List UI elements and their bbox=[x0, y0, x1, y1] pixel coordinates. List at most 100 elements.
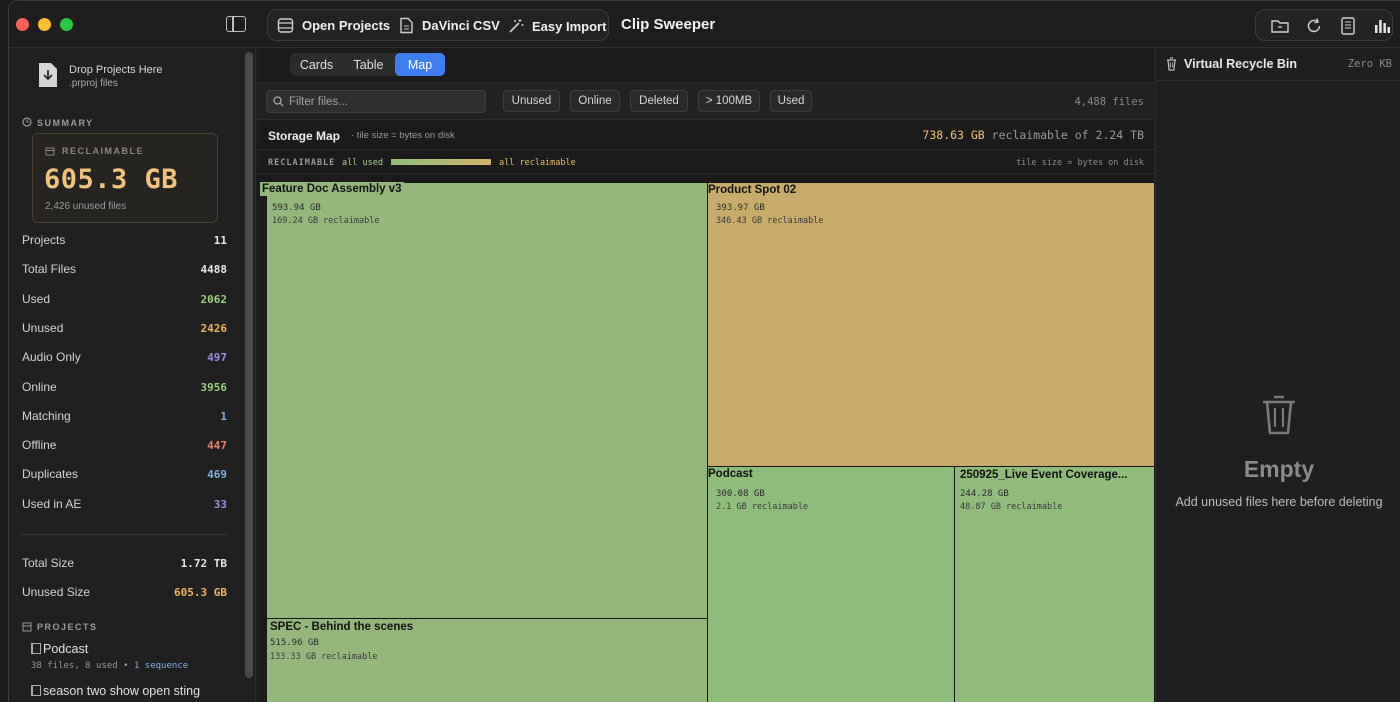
stat-label: Used in AE bbox=[22, 496, 82, 511]
reclaimable-label: RECLAIMABLE bbox=[62, 146, 144, 156]
filter-input[interactable] bbox=[289, 94, 479, 109]
stat-row: Matching 1 bbox=[22, 409, 227, 429]
stat-row: Duplicates 469 bbox=[22, 467, 227, 487]
legend-gradient bbox=[391, 159, 491, 165]
stat-total-size: Total Size 1.72 TB bbox=[22, 556, 227, 576]
filter-bar: Unused Online Deleted > 100MB Used 4,488… bbox=[257, 82, 1154, 120]
legend-max-label: all reclaimable bbox=[499, 158, 576, 168]
davinci-csv-button[interactable]: DaVinci CSV bbox=[399, 10, 500, 40]
stat-value: 1.72 TB bbox=[180, 557, 227, 570]
tile-reclaim: 169.24 GB reclaimable bbox=[272, 216, 380, 226]
treemap-tile[interactable]: SPEC - Behind the scenes 515.96 GB 133.3… bbox=[266, 618, 708, 702]
davinci-csv-label: DaVinci CSV bbox=[422, 17, 500, 33]
map-header: Storage Map · tile size = bytes on disk … bbox=[257, 120, 1154, 150]
tile-name: Feature Doc Assembly v3 bbox=[260, 182, 404, 196]
tile-reclaim: 133.33 GB reclaimable bbox=[270, 652, 378, 662]
stat-label: Matching bbox=[22, 408, 71, 423]
folder-icon[interactable] bbox=[1270, 16, 1290, 36]
trash-icon bbox=[1263, 395, 1295, 435]
easy-import-button[interactable]: Easy Import bbox=[508, 11, 606, 41]
project-item-podcast[interactable]: Podcast bbox=[31, 642, 88, 656]
summary-header: SUMMARY bbox=[37, 118, 94, 128]
stat-label: Unused Size bbox=[22, 585, 91, 599]
recycle-bin-title: Virtual Recycle Bin bbox=[1184, 57, 1298, 71]
project-item-season-two[interactable]: season two show open sting bbox=[31, 684, 200, 698]
map-subtitle: · tile size = bytes on disk bbox=[351, 130, 455, 141]
filter-unused-button[interactable]: Unused bbox=[503, 90, 560, 112]
reclaimable-value: 605.3 GB bbox=[44, 164, 179, 195]
trash-icon bbox=[1167, 57, 1176, 71]
open-projects-button[interactable]: Open Projects bbox=[277, 10, 390, 40]
filter-field[interactable] bbox=[266, 90, 486, 113]
tile-reclaim: 2.1 GB reclaimable bbox=[716, 502, 809, 512]
stat-value: 469 bbox=[207, 468, 227, 482]
stat-label: Total Size bbox=[22, 556, 75, 570]
project-meta: 38 files, 8 used • 1 sequence bbox=[31, 661, 189, 671]
title-bar: Open Projects DaVinci CSV Easy Import Cl… bbox=[9, 1, 1400, 48]
file-count: 4,488 files bbox=[1074, 96, 1144, 108]
summary-icon bbox=[22, 117, 32, 127]
bar-chart-icon[interactable] bbox=[1372, 16, 1392, 36]
tab-cards[interactable]: Cards bbox=[290, 53, 343, 76]
stat-value: 3956 bbox=[200, 380, 228, 394]
stat-label: Online bbox=[22, 379, 57, 394]
tab-table[interactable]: Table bbox=[343, 53, 394, 76]
stat-label: Unused bbox=[22, 320, 64, 335]
sidebar-toggle-icon[interactable] bbox=[226, 16, 246, 32]
sidebar-scrollbar[interactable] bbox=[245, 52, 253, 678]
zoom-window-button[interactable] bbox=[60, 18, 73, 31]
report-icon[interactable] bbox=[1338, 16, 1358, 36]
drop-title: Drop Projects Here bbox=[69, 64, 163, 76]
treemap-tile[interactable]: Podcast 300.08 GB 2.1 GB reclaimable bbox=[707, 466, 955, 702]
tile-size: 300.08 GB bbox=[716, 489, 765, 499]
tile-name: SPEC - Behind the scenes bbox=[270, 621, 414, 633]
stat-label: Total Files bbox=[22, 262, 77, 277]
recycle-bin-size: Zero KB bbox=[1347, 58, 1392, 70]
magic-wand-icon bbox=[509, 19, 524, 33]
filter-deleted-button[interactable]: Deleted bbox=[630, 90, 688, 112]
close-window-button[interactable] bbox=[16, 18, 29, 31]
tile-size: 244.28 GB bbox=[960, 489, 1009, 499]
map-legend: RECLAIMABLE all used all reclaimable til… bbox=[257, 150, 1154, 174]
projects-icon bbox=[22, 622, 32, 632]
tile-name: Product Spot 02 bbox=[708, 184, 797, 196]
filter-online-button[interactable]: Online bbox=[570, 90, 620, 112]
stat-value: 1 bbox=[220, 409, 227, 423]
download-file-icon bbox=[39, 63, 57, 87]
treemap-tile[interactable]: Feature Doc Assembly v3 593.94 GB 169.24… bbox=[260, 182, 708, 619]
reclaim-of: reclaimable of 2.24 TB bbox=[991, 128, 1144, 142]
sequence-icon bbox=[31, 685, 41, 696]
sequence-icon bbox=[31, 643, 41, 654]
stat-unused-size: Unused Size 605.3 GB bbox=[22, 585, 227, 605]
project-name: season two show open sting bbox=[43, 684, 201, 698]
refresh-icon[interactable] bbox=[1304, 16, 1324, 36]
project-files: 38 files, 8 used bbox=[31, 661, 118, 671]
stat-label: Offline bbox=[22, 438, 57, 453]
legend-label: RECLAIMABLE bbox=[268, 158, 336, 168]
reclaimable-subtitle: 2,426 unused files bbox=[45, 201, 127, 212]
sidebar-divider bbox=[22, 534, 227, 535]
filter-used-button[interactable]: Used bbox=[770, 90, 812, 112]
treemap-tile[interactable]: Product Spot 02 393.97 GB 346.43 GB recl… bbox=[707, 182, 1155, 467]
tile-size: 515.96 GB bbox=[270, 638, 319, 648]
reclaimable-card: RECLAIMABLE 605.3 GB 2,426 unused files bbox=[32, 133, 218, 223]
stat-value: 605.3 GB bbox=[174, 586, 227, 599]
minimize-window-button[interactable] bbox=[38, 18, 51, 31]
treemap-tile[interactable]: 250925_Live Event Coverage... 244.28 GB … bbox=[954, 466, 1155, 702]
stat-row: Used in AE 33 bbox=[22, 497, 227, 517]
right-toolbar-group bbox=[1255, 9, 1393, 41]
drop-zone[interactable]: Drop Projects Here .prproj files bbox=[35, 62, 235, 92]
tab-map[interactable]: Map bbox=[395, 53, 445, 76]
stat-value: 2062 bbox=[200, 292, 228, 306]
view-tabs: Cards Table Map bbox=[290, 53, 445, 76]
filter-large-button[interactable]: > 100MB bbox=[698, 90, 760, 112]
stat-label: Duplicates bbox=[22, 467, 79, 482]
document-icon bbox=[400, 17, 413, 33]
legend-min-label: all used bbox=[342, 158, 383, 168]
open-projects-label: Open Projects bbox=[302, 17, 391, 33]
stat-value: 447 bbox=[207, 439, 227, 453]
stat-label: Used bbox=[22, 291, 51, 306]
empty-subtitle: Add unused files here before deleting bbox=[1175, 495, 1383, 509]
app-window: Open Projects DaVinci CSV Easy Import Cl… bbox=[8, 0, 1400, 702]
recycle-bin-panel: Virtual Recycle Bin Zero KB Empty Add un… bbox=[1155, 48, 1400, 702]
